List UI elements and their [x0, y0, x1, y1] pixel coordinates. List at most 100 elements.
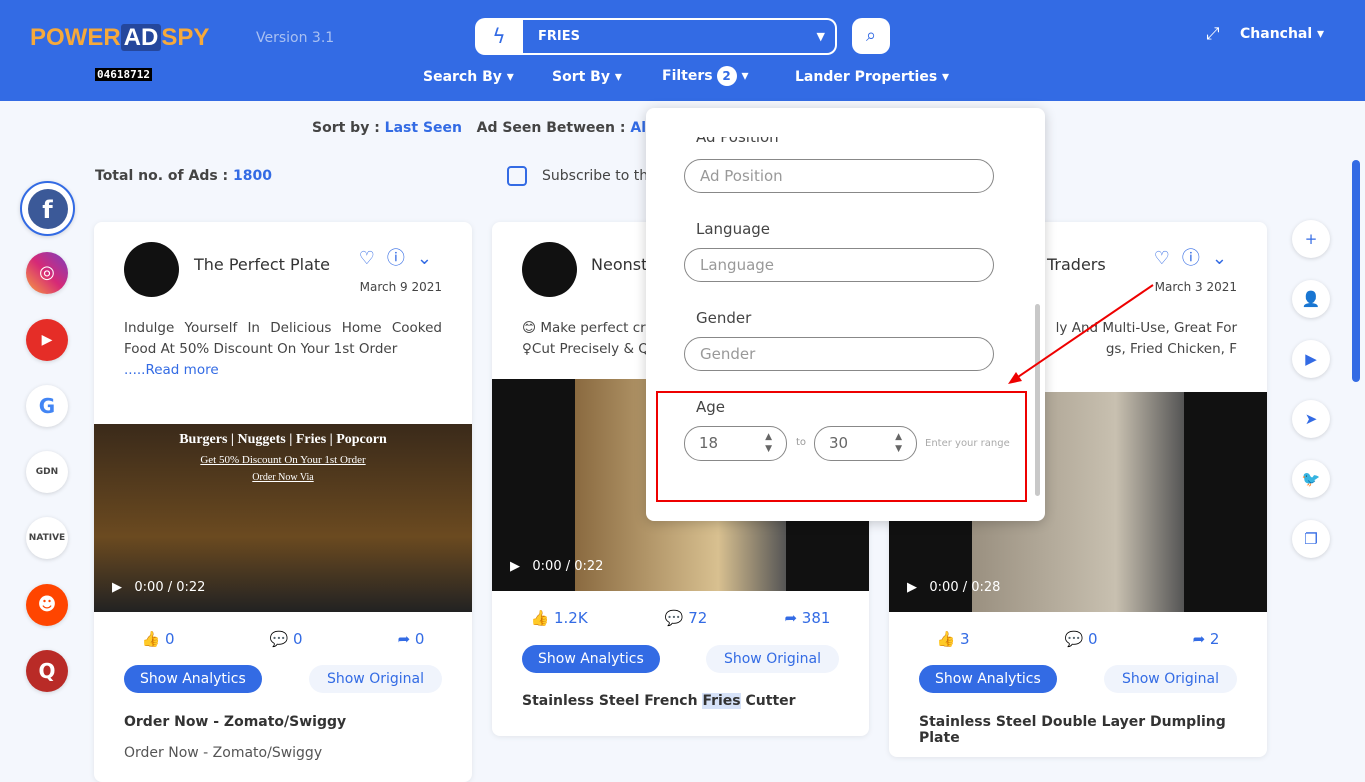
video-controls[interactable]: ▶ 0:00 / 0:28 — [889, 552, 1267, 612]
advertiser-avatar — [522, 242, 577, 297]
youtube-icon: ▶ — [1305, 350, 1317, 368]
language-input[interactable]: Language — [684, 248, 994, 282]
logo-power: POWER — [30, 24, 121, 51]
show-analytics-button[interactable]: Show Analytics — [522, 645, 660, 673]
search-bar[interactable]: ϟ FRIES ▼ — [475, 18, 837, 55]
total-label: Total no. of Ads : — [95, 168, 229, 184]
likes-count: 1.2K — [554, 609, 588, 627]
nav-filters[interactable]: Filters 2 ▾ — [662, 66, 749, 86]
heart-icon[interactable]: ♡ — [1154, 248, 1182, 269]
subscribe-checkbox[interactable] — [507, 166, 527, 186]
platform-google[interactable]: G — [26, 385, 68, 427]
shares-count: 381 — [801, 609, 831, 627]
user-menu[interactable]: Chanchal ▾ — [1240, 26, 1324, 42]
ad-text-body: Indulge Yourself In Delicious Home Cooke… — [124, 320, 442, 357]
quora-icon: Q — [38, 659, 56, 683]
search-highlight: Fries — [702, 693, 741, 709]
ad-description: Order Now - Zomato/Swiggy — [124, 745, 323, 761]
ad-text-line: 😊 Make perfect cr — [522, 320, 646, 336]
ad-position-label: Ad Position — [696, 128, 779, 146]
advertiser-name[interactable]: Neonst — [591, 255, 647, 274]
ad-card: The Perfect Plate ♡ⓘ⌄ March 9 2021 Indul… — [94, 222, 472, 782]
chevron-down-icon[interactable]: ⌄ — [1212, 248, 1239, 269]
gender-input[interactable]: Gender — [684, 337, 994, 371]
logo-spy: SPY — [161, 24, 210, 51]
sort-value[interactable]: Last Seen — [385, 120, 462, 136]
telegram-button[interactable]: ➤ — [1292, 400, 1330, 438]
platform-instagram[interactable]: ◎ — [26, 252, 68, 294]
advertiser-avatar — [124, 242, 179, 297]
info-icon[interactable]: ⓘ — [387, 248, 417, 269]
logo[interactable]: POWER AD SPY — [30, 24, 209, 52]
ad-date: March 3 2021 — [1154, 280, 1237, 294]
chevron-down-icon[interactable]: ⌄ — [417, 248, 444, 269]
show-original-button[interactable]: Show Original — [705, 645, 839, 673]
gdn-label: GDN — [35, 467, 59, 477]
page-scrollbar[interactable] — [1352, 160, 1360, 382]
show-original-button[interactable]: Show Original — [308, 665, 442, 693]
engagement-stats: 👍 3 💬 0 ➦ 2 — [889, 630, 1267, 648]
shares-count: 2 — [1209, 630, 1220, 648]
add-user-icon: 👤 — [1301, 290, 1321, 308]
comments: 💬 72 — [664, 609, 708, 627]
seen-label: Ad Seen Between : — [476, 120, 626, 136]
chevron-down-icon[interactable]: ▼ — [817, 18, 825, 55]
video-time: 0:00 / 0:22 — [134, 580, 206, 595]
show-analytics-button[interactable]: Show Analytics — [919, 665, 1057, 693]
show-original-button[interactable]: Show Original — [1103, 665, 1237, 693]
likes: 👍 3 — [936, 630, 970, 648]
nav-search-by[interactable]: Search By ▾ — [423, 69, 514, 85]
shares-count: 0 — [414, 630, 425, 648]
platform-quora[interactable]: Q — [26, 650, 68, 692]
sort-info: Sort by : Last Seen Ad Seen Between : Al… — [312, 120, 666, 136]
comments-count: 72 — [688, 609, 708, 627]
platform-youtube[interactable]: ▶ — [26, 319, 68, 361]
twitter-icon: 🐦 — [1301, 470, 1321, 488]
info-icon[interactable]: ⓘ — [1182, 248, 1212, 269]
youtube-icon: ▶ — [41, 332, 53, 348]
comments: 💬 0 — [1064, 630, 1098, 648]
gender-label: Gender — [696, 309, 752, 327]
show-analytics-button[interactable]: Show Analytics — [124, 665, 262, 693]
filters-count-badge: 2 — [716, 66, 737, 86]
add-button[interactable]: + — [1292, 220, 1330, 258]
platform-facebook[interactable]: f — [20, 181, 75, 236]
google-icon: G — [38, 394, 56, 418]
heart-icon[interactable]: ♡ — [359, 248, 387, 269]
likes-count: 3 — [959, 630, 970, 648]
ad-video[interactable]: Burgers | Nuggets | Fries | Popcorn Get … — [94, 424, 472, 612]
shares: ➦ 0 — [397, 630, 425, 648]
ad-headline: Order Now - Zomato/Swiggy — [124, 714, 347, 730]
video-controls[interactable]: ▶ 0:00 / 0:22 — [492, 531, 869, 591]
platform-reddit[interactable]: ☻ — [26, 584, 68, 626]
telegram-icon: ➤ — [1304, 410, 1318, 428]
ad-position-input[interactable]: Ad Position — [684, 159, 994, 193]
headline-text: Stainless Steel French — [522, 693, 698, 709]
advertiser-name[interactable]: Traders — [1047, 255, 1106, 274]
media-heading: Burgers | Nuggets | Fries | Popcorn — [179, 432, 387, 447]
ad-text-line: ♀Cut Precisely & Q — [522, 341, 649, 357]
video-controls[interactable]: ▶ 0:00 / 0:22 — [94, 552, 472, 612]
platform-gdn[interactable]: GDN — [26, 451, 68, 493]
nav-lander-properties[interactable]: Lander Properties ▾ — [795, 69, 949, 85]
engagement-stats: 👍 0 💬 0 ➦ 0 — [94, 630, 472, 648]
platform-native[interactable]: NATIVE — [26, 517, 68, 559]
video-time: 0:00 / 0:22 — [532, 559, 604, 574]
user-code: 04618712 — [95, 68, 152, 81]
likes-count: 0 — [164, 630, 175, 648]
read-more-link[interactable]: .....Read more — [124, 362, 219, 378]
youtube-button[interactable]: ▶ — [1292, 340, 1330, 378]
nav-sort-by[interactable]: Sort By ▾ — [552, 69, 622, 85]
comments-count: 0 — [293, 630, 303, 648]
twitter-button[interactable]: 🐦 — [1292, 460, 1330, 498]
search-input[interactable]: FRIES — [523, 20, 835, 53]
video-time: 0:00 / 0:28 — [929, 580, 1001, 595]
copy-button[interactable]: ❐ — [1292, 520, 1330, 558]
card-actions: ♡ⓘ⌄ — [1154, 244, 1239, 270]
add-user-button[interactable]: 👤 — [1292, 280, 1330, 318]
advertiser-name[interactable]: The Perfect Plate — [194, 255, 330, 274]
expand-icon[interactable]: ⤢ — [1206, 24, 1220, 44]
instagram-icon: ◎ — [39, 262, 55, 283]
search-button[interactable]: ⌕ — [852, 18, 890, 54]
shares: ➦ 381 — [784, 609, 831, 627]
